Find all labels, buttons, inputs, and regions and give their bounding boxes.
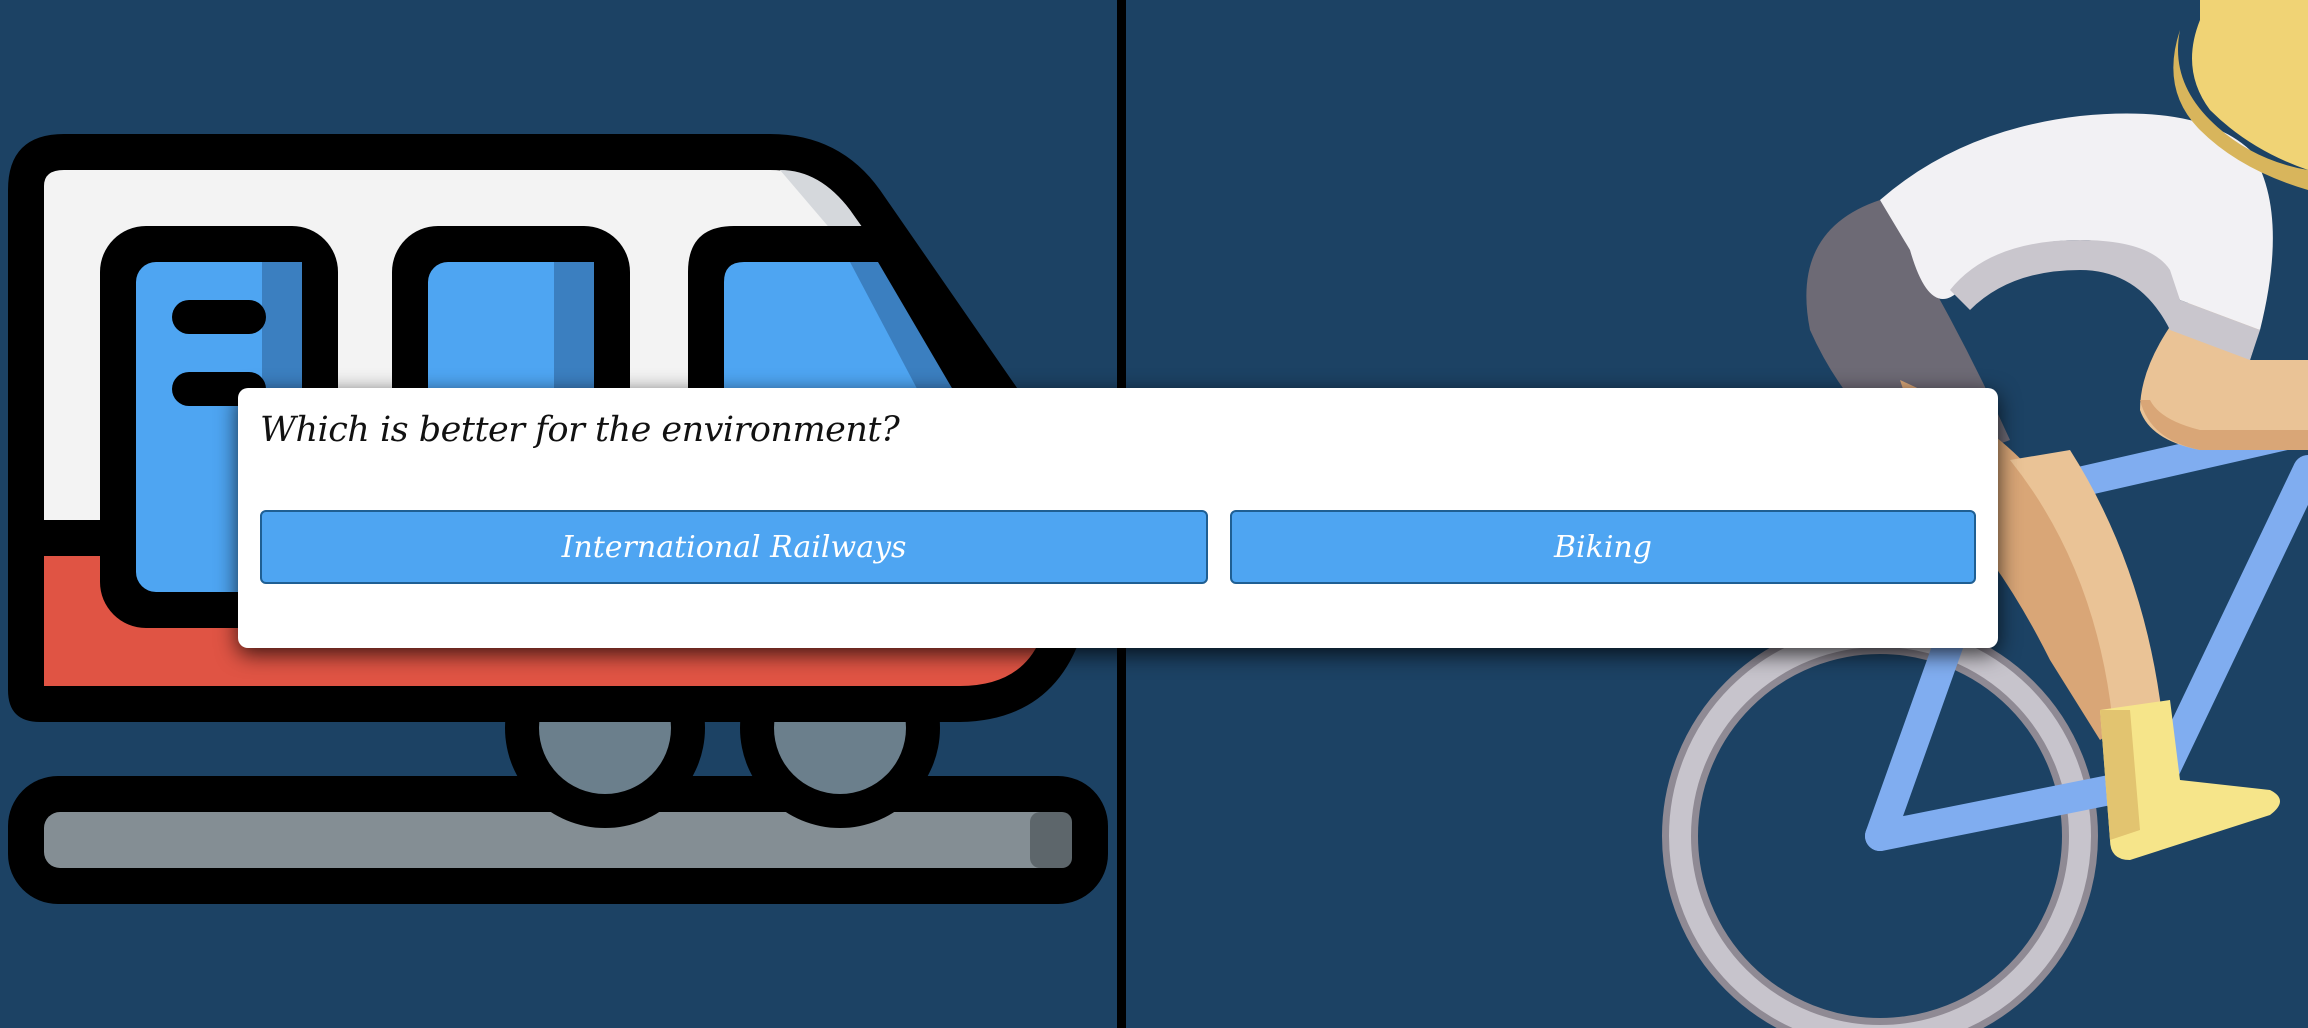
game-stage: Which is better for the environment? Int… xyxy=(0,0,2308,1028)
option-international-railways-button[interactable]: International Railways xyxy=(260,510,1208,584)
option-biking-button[interactable]: Biking xyxy=(1230,510,1976,584)
question-text: Which is better for the environment? xyxy=(260,410,900,450)
question-dialog: Which is better for the environment? Int… xyxy=(238,388,1998,648)
